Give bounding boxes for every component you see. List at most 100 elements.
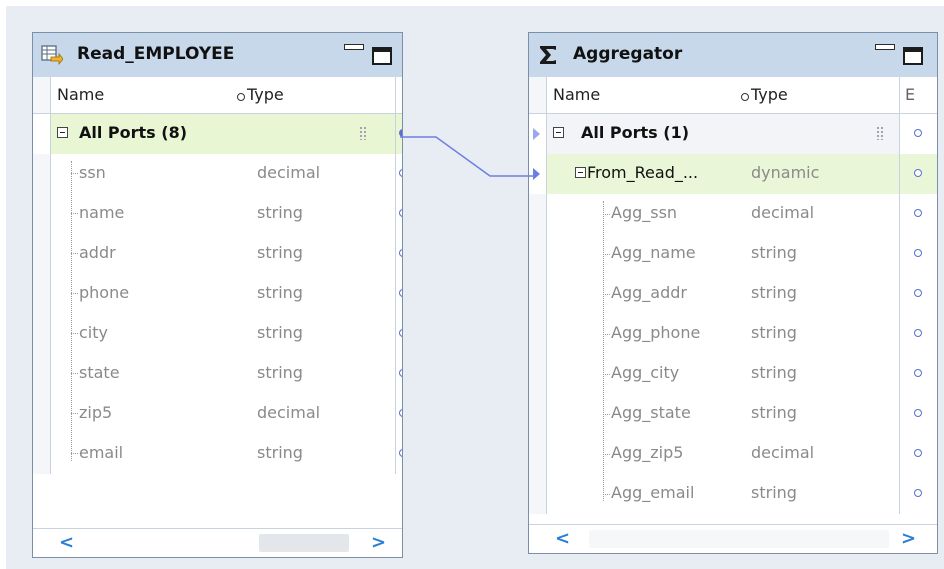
port-row[interactable]: phone string <box>33 274 402 314</box>
panel-title: Aggregator <box>573 44 683 64</box>
port-name: Agg_name <box>611 243 696 262</box>
port-type: string <box>257 363 303 382</box>
drag-grip-icon[interactable] <box>359 126 367 140</box>
port-type: decimal <box>257 163 321 182</box>
scroll-left-button[interactable]: < <box>555 528 570 549</box>
port-name: city <box>79 323 108 342</box>
column-header-extra[interactable]: E <box>905 85 915 104</box>
scrollbar-thumb[interactable] <box>259 534 349 552</box>
output-port[interactable] <box>399 409 402 417</box>
port-type: string <box>751 243 797 262</box>
port-name: ssn <box>79 163 106 182</box>
collapse-icon[interactable] <box>575 167 586 178</box>
port-name: phone <box>79 283 130 302</box>
output-port[interactable] <box>914 409 922 417</box>
input-arrow-icon <box>533 128 540 140</box>
output-port[interactable] <box>399 449 402 457</box>
scrollbar-thumb[interactable] <box>589 530 889 548</box>
port-type: string <box>257 283 303 302</box>
port-name: zip5 <box>79 403 113 422</box>
group-output-port[interactable] <box>399 129 402 137</box>
port-name: addr <box>79 243 116 262</box>
scroll-left-button[interactable]: < <box>59 532 74 553</box>
output-port[interactable] <box>399 289 402 297</box>
port-row[interactable]: name string <box>33 194 402 234</box>
group-label: All Ports (1) <box>581 123 690 142</box>
port-name: Agg_addr <box>611 283 687 302</box>
port-type: string <box>257 243 303 262</box>
port-row[interactable]: Agg_addr string <box>529 274 937 314</box>
output-port[interactable] <box>914 369 922 377</box>
output-port[interactable] <box>914 289 922 297</box>
port-type: string <box>257 323 303 342</box>
port-name: email <box>79 443 124 462</box>
port-name: state <box>79 363 120 382</box>
source-table-icon <box>41 45 63 66</box>
column-header-name[interactable]: Name <box>57 85 104 104</box>
panel-title-bar[interactable]: Read_EMPLOYEE <box>33 33 402 78</box>
sort-indicator-icon <box>237 93 245 101</box>
port-row[interactable]: addr string <box>33 234 402 274</box>
output-port[interactable] <box>399 169 402 177</box>
port-type: string <box>751 283 797 302</box>
port-row[interactable]: city string <box>33 314 402 354</box>
column-header-type[interactable]: Type <box>247 85 284 104</box>
port-type: string <box>751 403 797 422</box>
minimize-button[interactable] <box>875 44 895 50</box>
port-type: decimal <box>751 443 815 462</box>
port-row[interactable]: Agg_city string <box>529 354 937 394</box>
port-name: Agg_state <box>611 403 691 422</box>
dynamic-port-type: dynamic <box>751 163 820 182</box>
panel-title-bar[interactable]: Aggregator <box>529 33 937 78</box>
output-port[interactable] <box>914 169 922 177</box>
horizontal-scrollbar[interactable]: < > <box>33 528 402 557</box>
port-name: Agg_ssn <box>611 203 678 222</box>
port-type: string <box>257 443 303 462</box>
port-type: string <box>751 363 797 382</box>
output-port[interactable] <box>399 369 402 377</box>
group-label: All Ports (8) <box>79 123 188 142</box>
column-header: Name Type E <box>529 77 937 114</box>
port-row[interactable]: Agg_phone string <box>529 314 937 354</box>
read-employee-panel[interactable]: Read_EMPLOYEE Name Type All Ports (8) ss… <box>32 32 403 558</box>
scroll-right-button[interactable]: > <box>371 532 386 553</box>
output-port[interactable] <box>914 329 922 337</box>
all-ports-group-row[interactable]: All Ports (1) <box>529 114 937 154</box>
drag-grip-icon[interactable] <box>876 126 884 140</box>
port-row[interactable]: email string <box>33 434 402 474</box>
column-header-type[interactable]: Type <box>751 85 788 104</box>
port-row[interactable]: Agg_ssn decimal <box>529 194 937 234</box>
dynamic-port-row[interactable]: From_Read_... dynamic <box>529 154 937 194</box>
port-row[interactable]: zip5 decimal <box>33 394 402 434</box>
panel-title: Read_EMPLOYEE <box>77 44 235 64</box>
output-port[interactable] <box>399 209 402 217</box>
output-port[interactable] <box>914 209 922 217</box>
maximize-button[interactable] <box>903 47 923 65</box>
output-port[interactable] <box>914 129 922 137</box>
output-port[interactable] <box>914 489 922 497</box>
port-name: Agg_phone <box>611 323 701 342</box>
output-port[interactable] <box>399 329 402 337</box>
column-header-name[interactable]: Name <box>553 85 600 104</box>
port-row[interactable]: Agg_zip5 decimal <box>529 434 937 474</box>
output-port[interactable] <box>399 249 402 257</box>
port-row[interactable]: Agg_name string <box>529 234 937 274</box>
port-row[interactable]: Agg_email string <box>529 474 937 514</box>
aggregator-panel[interactable]: Aggregator Name Type E All Ports (1) Fro… <box>528 32 938 554</box>
port-name: Agg_zip5 <box>611 443 684 462</box>
collapse-icon[interactable] <box>57 127 68 138</box>
dynamic-port-name: From_Read_... <box>587 163 699 182</box>
all-ports-group-row[interactable]: All Ports (8) <box>33 114 402 154</box>
maximize-button[interactable] <box>372 47 392 65</box>
collapse-icon[interactable] <box>553 127 564 138</box>
horizontal-scrollbar[interactable]: < > <box>529 524 937 553</box>
minimize-button[interactable] <box>344 44 364 50</box>
port-name: name <box>79 203 125 222</box>
port-row[interactable]: ssn decimal <box>33 154 402 194</box>
port-row[interactable]: state string <box>33 354 402 394</box>
port-row[interactable]: Agg_state string <box>529 394 937 434</box>
output-port[interactable] <box>914 249 922 257</box>
output-port[interactable] <box>914 449 922 457</box>
scroll-right-button[interactable]: > <box>901 528 916 549</box>
sigma-icon <box>540 46 556 64</box>
